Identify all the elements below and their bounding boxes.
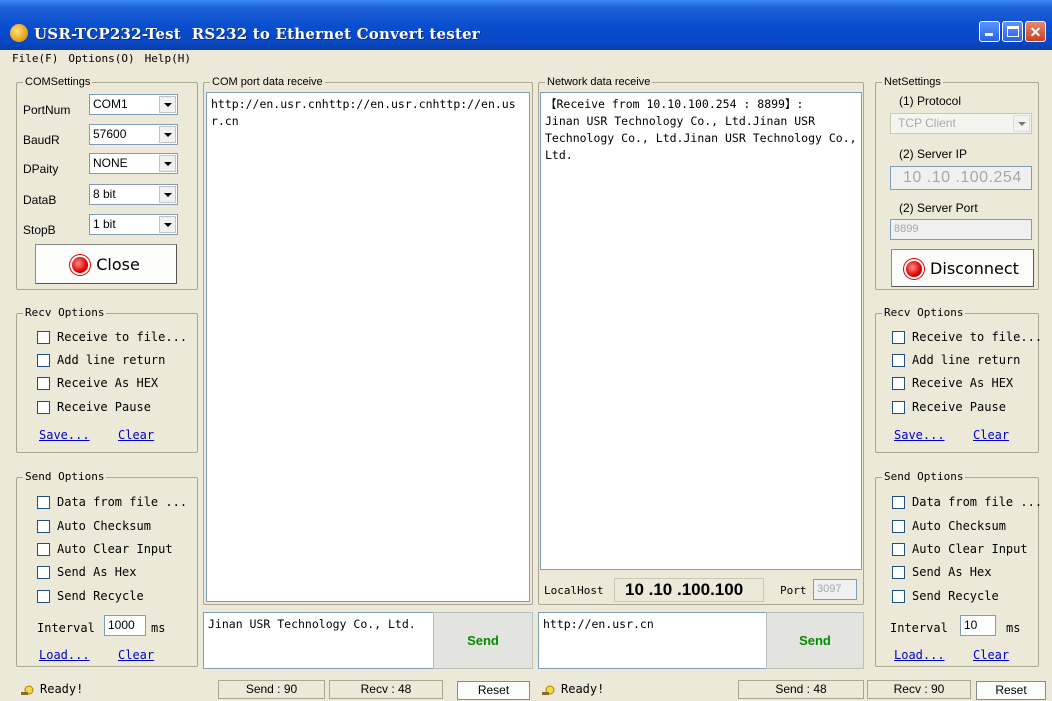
portnum-select[interactable]: COM1 [89, 94, 178, 115]
right-status: Ready! [541, 680, 604, 701]
localhost-ip-display: 10 .10 .100.100 [614, 578, 764, 602]
maximize-icon [1007, 26, 1019, 37]
close-window-button[interactable]: ✕ [1025, 21, 1046, 42]
left-send-clear-link[interactable]: Clear [118, 648, 154, 662]
left-send-as-hex-checkbox[interactable]: Send As Hex [37, 565, 136, 579]
window-title: USR-TCP232-Test RS232 to Ethernet Conver… [34, 25, 480, 43]
server-ip-label: (2) Server IP [899, 147, 968, 161]
com-send-count: Send : 90 [218, 680, 325, 699]
com-reset-button[interactable]: Reset [457, 681, 530, 700]
net-receive-title: Network data receive [545, 75, 653, 89]
right-send-clear-link[interactable]: Clear [973, 648, 1009, 662]
com-receive-textarea[interactable]: http://en.usr.cnhttp://en.usr.cnhttp://e… [206, 92, 530, 602]
left-recv-options-title: Recv Options [23, 306, 107, 320]
databits-label: DataB [23, 193, 57, 207]
chevron-down-icon [159, 155, 176, 172]
portnum-label: PortNum [23, 103, 71, 117]
left-send-options-title: Send Options [23, 470, 107, 484]
net-receive-textarea[interactable]: 【Receive from 10.10.100.254 : 8899】: Jin… [540, 92, 862, 570]
left-interval-input[interactable]: 1000 [104, 615, 146, 636]
net-send-button[interactable]: Send [766, 612, 864, 669]
right-add-line-return-checkbox[interactable]: Add line return [892, 353, 1020, 367]
localhost-label: LocalHost [544, 584, 604, 597]
server-port-label: (2) Server Port [899, 201, 978, 215]
com-close-button[interactable]: Close [35, 244, 177, 284]
bulb-icon [20, 684, 34, 696]
left-receive-as-hex-checkbox[interactable]: Receive As HEX [37, 376, 158, 390]
left-recv-clear-link[interactable]: Clear [118, 428, 154, 442]
menu-options[interactable]: Options(O) [68, 52, 134, 68]
left-load-link[interactable]: Load... [39, 648, 90, 662]
chevron-down-icon [159, 186, 176, 203]
local-port-input[interactable]: 3097 [813, 579, 857, 600]
bulb-icon [541, 684, 555, 696]
right-auto-checksum-checkbox[interactable]: Auto Checksum [892, 519, 1006, 533]
maximize-button[interactable] [1002, 21, 1023, 42]
title-bar[interactable]: USR-TCP232-Test RS232 to Ethernet Conver… [0, 0, 1052, 50]
server-ip-input[interactable]: 10 .10 .100.254 [890, 166, 1032, 190]
chevron-down-icon [159, 126, 176, 143]
right-save-link[interactable]: Save... [894, 428, 945, 442]
left-receive-pause-checkbox[interactable]: Receive Pause [37, 400, 151, 414]
protocol-select[interactable]: TCP Client [890, 113, 1032, 134]
right-recv-options-title: Recv Options [882, 306, 966, 320]
right-receive-to-file-checkbox[interactable]: Receive to file... [892, 330, 1042, 344]
left-status: Ready! [20, 680, 83, 701]
menu-help[interactable]: Help(H) [145, 52, 191, 68]
right-receive-as-hex-checkbox[interactable]: Receive As HEX [892, 376, 1013, 390]
parity-select[interactable]: NONE [89, 153, 178, 174]
right-interval-label: Interval [890, 621, 948, 635]
right-send-options-title: Send Options [882, 470, 966, 484]
com-send-textarea[interactable]: Jinan USR Technology Co., Ltd. [203, 612, 433, 669]
stopbits-select[interactable]: 1 bit [89, 214, 178, 235]
net-settings-title: NetSettings [882, 75, 943, 89]
protocol-label: (1) Protocol [899, 94, 962, 108]
stopbits-label: StopB [23, 223, 56, 237]
server-port-input[interactable]: 8899 [890, 219, 1032, 240]
chevron-down-icon [159, 216, 176, 233]
com-settings-title: COMSettings [23, 75, 93, 89]
net-send-textarea[interactable]: http://en.usr.cn [538, 612, 766, 669]
chevron-down-icon [1013, 115, 1030, 132]
com-recv-count: Recv : 48 [329, 680, 443, 699]
right-recv-clear-link[interactable]: Clear [973, 428, 1009, 442]
left-add-line-return-checkbox[interactable]: Add line return [37, 353, 165, 367]
net-recv-count: Recv : 90 [867, 680, 971, 699]
minimize-button[interactable] [979, 21, 1000, 42]
status-led-icon [72, 256, 89, 273]
parity-label: DPaity [23, 162, 59, 176]
left-interval-label: Interval [37, 621, 95, 635]
status-led-icon [906, 260, 923, 277]
close-icon: ✕ [1029, 24, 1042, 40]
left-auto-clear-input-checkbox[interactable]: Auto Clear Input [37, 542, 173, 556]
right-receive-pause-checkbox[interactable]: Receive Pause [892, 400, 1006, 414]
menu-bar: File(F) Options(O) Help(H) [0, 52, 191, 68]
left-interval-unit: ms [151, 621, 166, 635]
left-save-link[interactable]: Save... [39, 428, 90, 442]
left-data-from-file-checkbox[interactable]: Data from file ... [37, 495, 187, 509]
right-data-from-file-checkbox[interactable]: Data from file ... [892, 495, 1042, 509]
minimize-icon [985, 33, 993, 36]
disconnect-button[interactable]: Disconnect [891, 249, 1034, 287]
net-send-count: Send : 48 [738, 680, 864, 699]
right-auto-clear-input-checkbox[interactable]: Auto Clear Input [892, 542, 1028, 556]
right-send-recycle-checkbox[interactable]: Send Recycle [892, 589, 999, 603]
left-send-recycle-checkbox[interactable]: Send Recycle [37, 589, 144, 603]
com-send-button[interactable]: Send [433, 612, 533, 669]
right-send-as-hex-checkbox[interactable]: Send As Hex [892, 565, 991, 579]
baudrate-label: BaudR [23, 133, 60, 147]
right-interval-unit: ms [1006, 621, 1021, 635]
chevron-down-icon [159, 96, 176, 113]
com-receive-title: COM port data receive [210, 75, 325, 89]
left-receive-to-file-checkbox[interactable]: Receive to file... [37, 330, 187, 344]
right-interval-input[interactable]: 10 [960, 615, 996, 636]
right-load-link[interactable]: Load... [894, 648, 945, 662]
app-icon [10, 24, 28, 42]
databits-select[interactable]: 8 bit [89, 184, 178, 205]
baudrate-select[interactable]: 57600 [89, 124, 178, 145]
port-label: Port [780, 584, 807, 597]
net-reset-button[interactable]: Reset [976, 681, 1046, 700]
menu-file[interactable]: File(F) [12, 52, 58, 68]
left-auto-checksum-checkbox[interactable]: Auto Checksum [37, 519, 151, 533]
